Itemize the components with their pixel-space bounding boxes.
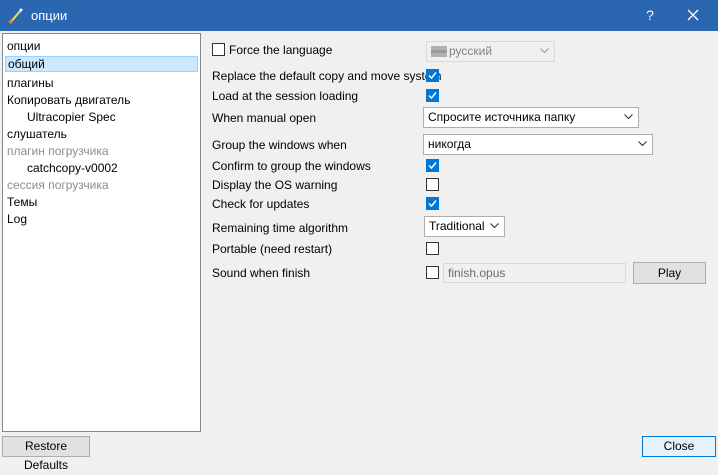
broom-app-icon — [8, 8, 23, 24]
group-windows-select[interactable]: никогда — [423, 134, 653, 155]
confirm-group-label: Confirm to group the windows — [212, 159, 371, 173]
os-warning-label: Display the OS warning — [212, 178, 338, 192]
portable-label: Portable (need restart) — [212, 242, 333, 256]
flag-icon — [431, 46, 447, 57]
manual-open-value: Спросите источника папку — [428, 110, 576, 124]
check-icon — [428, 162, 437, 170]
tree-item-plugin-loader: плагин погрузчика — [7, 144, 109, 158]
chevron-down-icon — [638, 141, 647, 147]
close-icon[interactable] — [680, 5, 706, 25]
check-icon — [428, 200, 437, 208]
tree-item-plugins[interactable]: плагины — [7, 75, 54, 91]
remaining-time-value: Traditional — [429, 219, 485, 233]
tree-item-listener[interactable]: слушатель — [7, 126, 67, 142]
title-bar: опции ? — [0, 0, 718, 31]
tree-item-general[interactable]: общий — [5, 56, 198, 72]
load-session-checkbox[interactable] — [426, 89, 439, 102]
help-button[interactable]: ? — [639, 5, 661, 25]
play-button[interactable]: Play — [633, 262, 706, 284]
window-title: опции — [31, 8, 68, 23]
portable-checkbox[interactable] — [426, 242, 439, 255]
tree-item-copy-engine[interactable]: Копировать двигатель — [7, 92, 130, 108]
check-icon — [428, 72, 437, 80]
manual-open-select[interactable]: Спросите источника папку — [423, 107, 639, 128]
sound-finish-label: Sound when finish — [212, 266, 311, 280]
tree-item-options[interactable]: опции — [7, 38, 40, 54]
group-windows-label: Group the windows when — [212, 138, 347, 152]
tree-item-ultracopier-spec[interactable]: Ultracopier Spec — [27, 109, 116, 125]
sound-file-field: finish.opus — [443, 263, 626, 283]
language-value: русский — [449, 44, 493, 58]
sound-finish-checkbox[interactable] — [426, 266, 439, 279]
tree-item-log[interactable]: Log — [7, 211, 27, 227]
restore-defaults-button[interactable]: Restore Defaults — [2, 436, 90, 472]
force-language-label: Force the language — [229, 43, 333, 57]
replace-default-checkbox[interactable] — [426, 69, 439, 82]
confirm-group-checkbox[interactable] — [426, 159, 439, 172]
language-select: русский — [426, 41, 555, 62]
chevron-down-icon — [540, 48, 549, 54]
force-language-checkbox[interactable] — [212, 43, 225, 56]
load-session-label: Load at the session loading — [212, 89, 359, 103]
os-warning-checkbox[interactable] — [426, 178, 439, 191]
chevron-down-icon — [624, 114, 633, 120]
options-tree[interactable]: опции общий плагины Копировать двигатель… — [2, 33, 201, 432]
replace-default-label: Replace the default copy and move system — [212, 69, 442, 83]
chevron-down-icon — [490, 223, 499, 229]
check-updates-label: Check for updates — [212, 197, 310, 211]
tree-item-themes[interactable]: Темы — [7, 194, 37, 210]
manual-open-label: When manual open — [212, 111, 317, 125]
group-windows-value: никогда — [428, 137, 471, 151]
remaining-time-select[interactable]: Traditional — [424, 216, 505, 237]
remaining-time-label: Remaining time algorithm — [212, 221, 349, 235]
tree-item-catchcopy[interactable]: catchcopy-v0002 — [27, 160, 118, 176]
tree-item-session-loader: сессия погрузчика — [7, 178, 109, 192]
check-updates-checkbox[interactable] — [426, 197, 439, 210]
close-button[interactable]: Close — [642, 436, 716, 457]
check-icon — [428, 92, 437, 100]
